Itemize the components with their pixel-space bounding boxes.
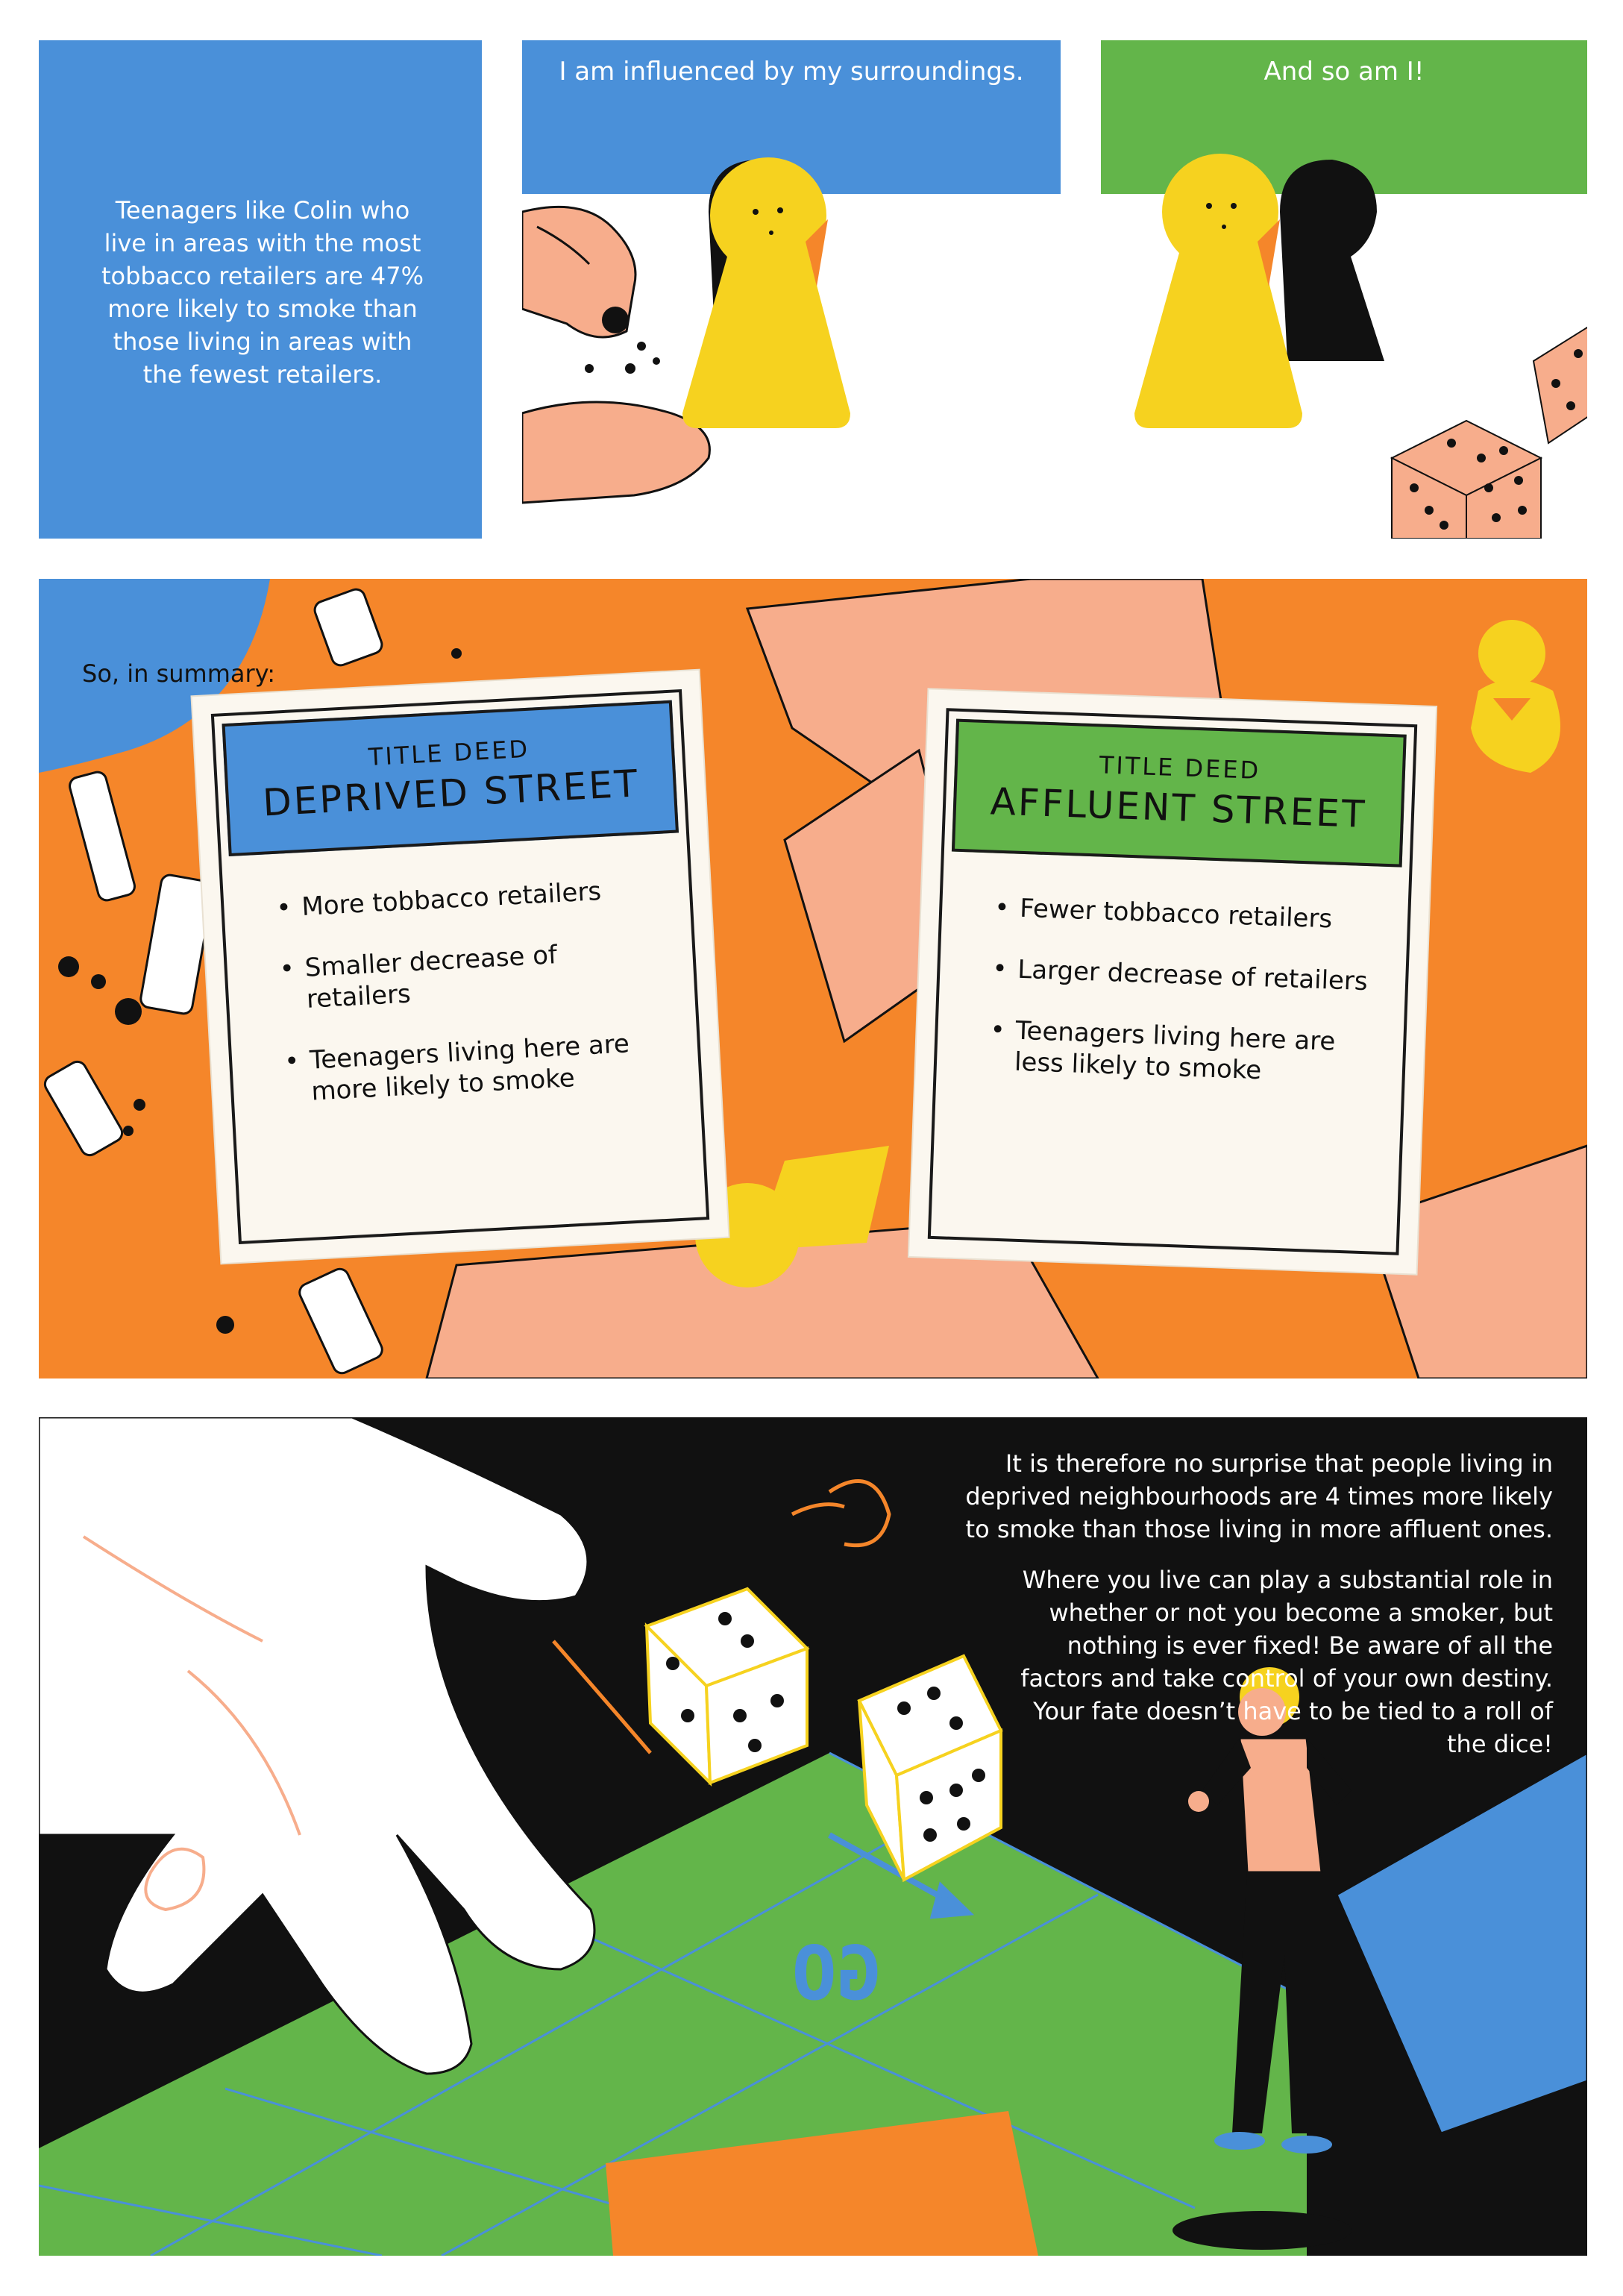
title-deed-affluent: TITLE DEED AFFLUENT STREET Fewer tobbacc… (908, 689, 1437, 1274)
dice-left-illustration (1390, 419, 1543, 539)
panel-dice-roll: GO GO It is therefore no surprise that p… (39, 1417, 1587, 2256)
deed-items-affluent: Fewer tobbacco retailers Larger decrease… (988, 892, 1378, 1120)
deed-frame: TITLE DEED AFFLUENT STREET Fewer tobbacc… (927, 708, 1418, 1255)
deed-header-affluent: TITLE DEED AFFLUENT STREET (951, 718, 1407, 868)
summary-intro: So, in summary: (82, 659, 276, 688)
conclusion-paragraph-2: Where you live can play a substantial ro… (1020, 1566, 1553, 1758)
deed-header-deprived: TITLE DEED DEPRIVED STREET (222, 700, 679, 857)
panel-so-am-i: And so am I! (1101, 40, 1587, 539)
panel2-illustration (522, 157, 850, 504)
black-pawn-illustration (1280, 160, 1384, 361)
deed-items-deprived: More tobbacco retailers Smaller decrease… (275, 873, 671, 1138)
yellow-pawn-illustration (682, 157, 850, 428)
deed-item: Teenagers living here are more likely to… (283, 1026, 670, 1109)
colin-stat-text: Teenagers like Colin who live in areas w… (101, 196, 424, 389)
panel-summary: So, in summary: TITLE DEED DEPRIVED STRE… (39, 579, 1587, 1378)
go-tile-label: GO (792, 1932, 882, 2017)
deed-item: Larger decrease of retailers (992, 953, 1376, 998)
panel-colin-stat: Teenagers like Colin who live in areas w… (39, 40, 482, 539)
panel-influenced: I am influenced by my surroundings. (522, 40, 1061, 539)
dice-right-illustration (1532, 326, 1587, 445)
title-deed-deprived: TITLE DEED DEPRIVED STREET More tobbacco… (192, 670, 729, 1264)
yellow-pawn-top-illustration (1471, 620, 1560, 773)
conclusion-paragraph-1: It is therefore no surprise that people … (965, 1449, 1553, 1543)
yellow-pawn-illustration (1134, 154, 1302, 428)
deed-name: AFFLUENT STREET (989, 780, 1368, 836)
panel3-illustration (1134, 154, 1587, 539)
deed-item: Teenagers living here are less likely to… (988, 1014, 1374, 1091)
hand-with-cigarette-illustration (522, 205, 711, 504)
go-text: GO (792, 1932, 882, 2017)
deed-item: Smaller decrease of retailers (279, 934, 665, 1017)
blue-card (1335, 1751, 1587, 2135)
deed-item: More tobbacco retailers (275, 873, 659, 924)
deed-item: Fewer tobbacco retailers (994, 892, 1378, 937)
dice-upper-illustration (644, 1587, 810, 1787)
deed-frame: TITLE DEED DEPRIVED STREET More tobbacco… (210, 689, 710, 1245)
